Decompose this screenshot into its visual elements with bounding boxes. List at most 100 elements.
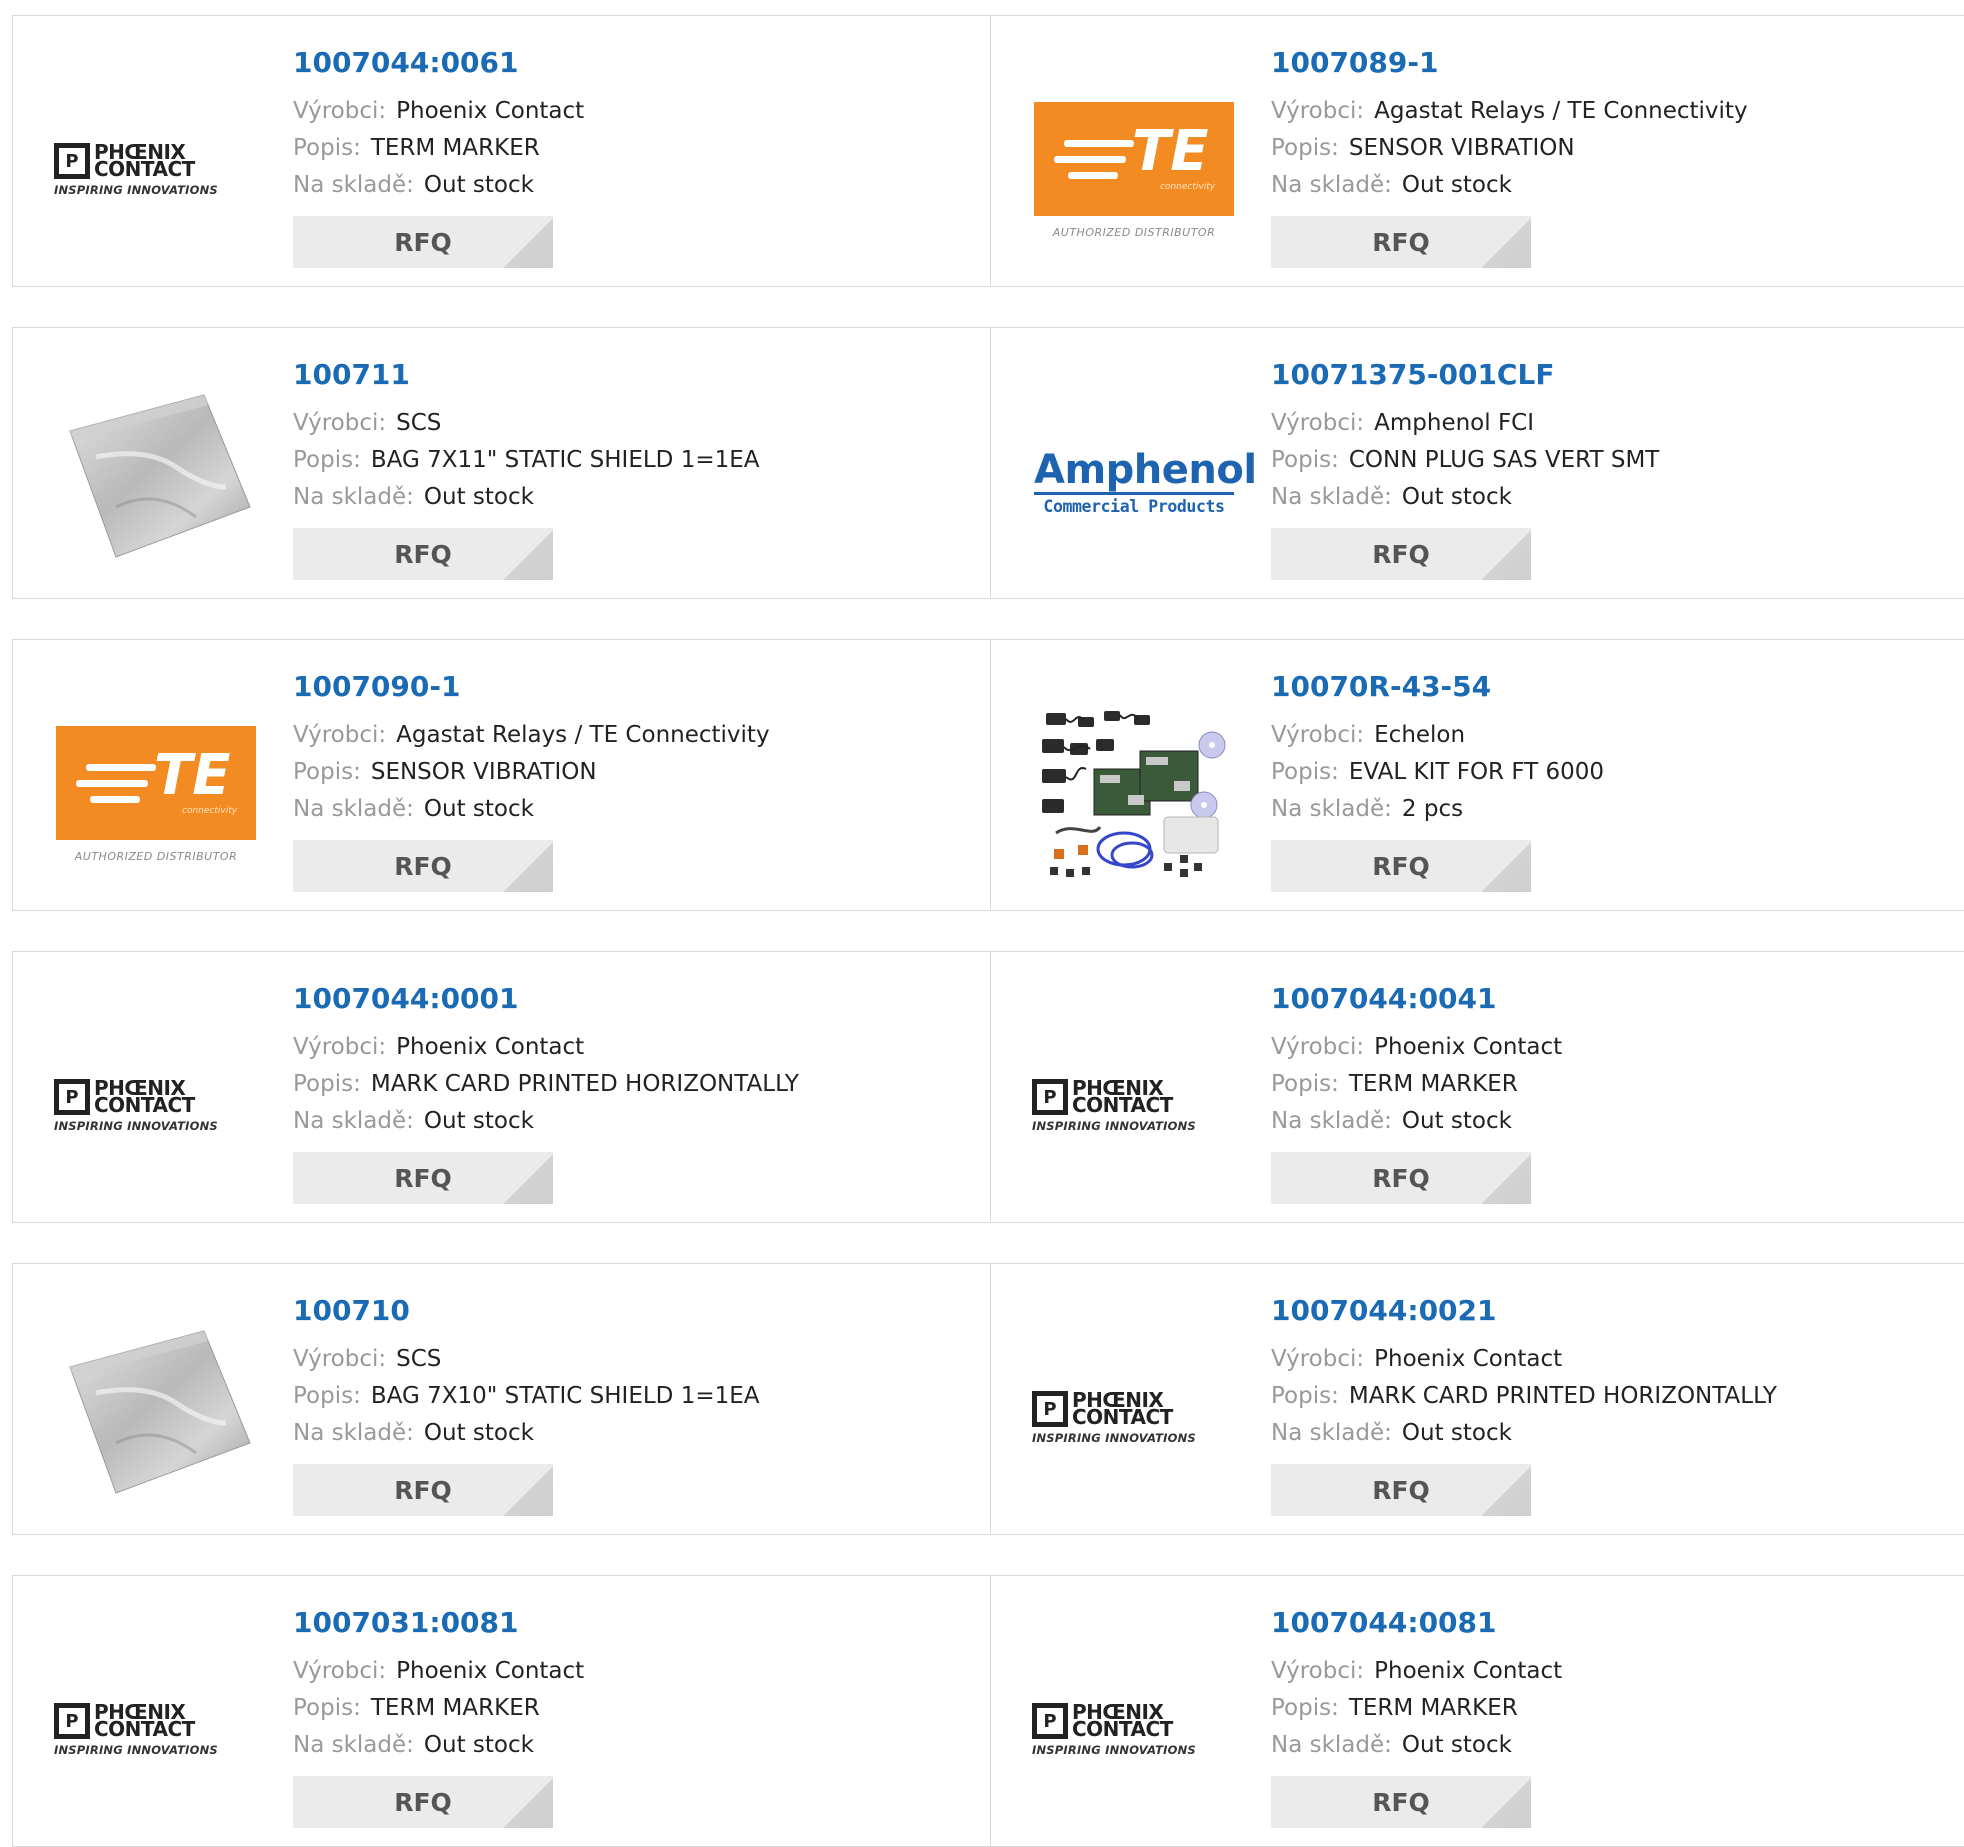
rfq-button[interactable]: RFQ <box>1271 840 1531 892</box>
stock-label: Na skladě: <box>1271 1420 1392 1446</box>
part-number-link[interactable]: 1007044:0021 <box>1271 1294 1497 1327</box>
stock-value: Out stock <box>423 796 534 822</box>
part-number-link[interactable]: 1007090-1 <box>293 670 460 703</box>
stock-value: Out stock <box>1401 484 1512 510</box>
manufacturer-label: Výrobci: <box>1271 1034 1365 1060</box>
product-thumbnail[interactable]: P PHŒNIX CONTACT INSPIRING INNOVATIONS <box>1029 1006 1239 1206</box>
product-card: P PHŒNIX CONTACT INSPIRING INNOVATIONS 1… <box>990 951 1964 1223</box>
stock-label: Na skladě: <box>293 1420 414 1446</box>
phoenix-contact-logo: P PHŒNIX CONTACT INSPIRING INNOVATIONS <box>54 1700 218 1757</box>
stock-label: Na skladě: <box>1271 484 1392 510</box>
product-thumbnail[interactable] <box>51 1318 261 1518</box>
description-value: EVAL KIT FOR FT 6000 <box>1348 759 1605 785</box>
manufacturer-value: Phoenix Contact <box>396 98 585 124</box>
product-card: TE connectivity AUTHORIZED DISTRIBUTOR 1… <box>12 639 991 911</box>
part-number-link[interactable]: 1007044:0001 <box>293 982 519 1015</box>
manufacturer-value: SCS <box>396 1346 442 1372</box>
rfq-label: RFQ <box>1372 1163 1430 1193</box>
rfq-label: RFQ <box>1372 851 1430 881</box>
rfq-button[interactable]: RFQ <box>293 1776 553 1828</box>
description-label: Popis: <box>293 447 361 473</box>
product-thumbnail[interactable]: P PHŒNIX CONTACT INSPIRING INNOVATIONS <box>51 1006 261 1206</box>
part-number-link[interactable]: 1007089-1 <box>1271 46 1438 79</box>
product-card: P PHŒNIX CONTACT INSPIRING INNOVATIONS 1… <box>990 1263 1964 1535</box>
rfq-button[interactable]: RFQ <box>293 1464 553 1516</box>
manufacturer-label: Výrobci: <box>293 98 387 124</box>
description-row: Popis: MARK CARD PRINTED HORIZONTALLY <box>1271 1383 1777 1409</box>
manufacturer-row: Výrobci: Phoenix Contact <box>293 98 584 124</box>
rfq-button[interactable]: RFQ <box>293 528 553 580</box>
description-value: TERM MARKER <box>1348 1071 1518 1097</box>
phoenix-contact-logo: P PHŒNIX CONTACT INSPIRING INNOVATIONS <box>54 1076 218 1133</box>
description-label: Popis: <box>293 759 361 785</box>
description-label: Popis: <box>1271 1071 1339 1097</box>
product-thumbnail[interactable]: TE connectivity AUTHORIZED DISTRIBUTOR <box>1029 70 1239 270</box>
rfq-label: RFQ <box>394 227 452 257</box>
product-card: TE connectivity AUTHORIZED DISTRIBUTOR 1… <box>990 15 1964 287</box>
part-number-link[interactable]: 10070R-43-54 <box>1271 670 1491 703</box>
rfq-button[interactable]: RFQ <box>293 840 553 892</box>
manufacturer-value: Phoenix Contact <box>396 1658 585 1684</box>
part-number-link[interactable]: 10071375-001CLF <box>1271 358 1554 391</box>
stock-value: Out stock <box>1401 1420 1512 1446</box>
product-thumbnail[interactable]: P PHŒNIX CONTACT INSPIRING INNOVATIONS <box>1029 1318 1239 1518</box>
manufacturer-label: Výrobci: <box>1271 98 1365 124</box>
manufacturer-label: Výrobci: <box>1271 722 1365 748</box>
rfq-button[interactable]: RFQ <box>1271 528 1531 580</box>
rfq-button[interactable]: RFQ <box>1271 1464 1531 1516</box>
stock-value: Out stock <box>423 1732 534 1758</box>
phoenix-contact-logo: P PHŒNIX CONTACT INSPIRING INNOVATIONS <box>1032 1388 1196 1445</box>
product-card: P PHŒNIX CONTACT INSPIRING INNOVATIONS 1… <box>990 1575 1964 1847</box>
product-card: 10070R-43-54 Výrobci: Echelon Popis: EVAL KI… <box>990 639 1964 911</box>
part-number-link[interactable]: 100711 <box>293 358 410 391</box>
rfq-button[interactable]: RFQ <box>1271 216 1531 268</box>
product-thumbnail[interactable]: Amphenol Commercial Products <box>1029 382 1257 582</box>
description-row: Popis: EVAL KIT FOR FT 6000 <box>1271 759 1604 785</box>
manufacturer-row: Výrobci: Phoenix Contact <box>1271 1034 1562 1060</box>
description-value: TERM MARKER <box>370 1695 540 1721</box>
part-number-link[interactable]: 1007044:0081 <box>1271 1606 1497 1639</box>
stock-label: Na skladě: <box>293 172 414 198</box>
description-label: Popis: <box>293 1071 361 1097</box>
rfq-button[interactable]: RFQ <box>293 216 553 268</box>
stock-label: Na skladě: <box>293 484 414 510</box>
product-thumbnail[interactable] <box>51 382 261 582</box>
rfq-label: RFQ <box>1372 1787 1430 1817</box>
manufacturer-value: Echelon <box>1374 722 1466 748</box>
description-value: TERM MARKER <box>1348 1695 1518 1721</box>
description-label: Popis: <box>293 135 361 161</box>
product-thumbnail[interactable]: TE connectivity AUTHORIZED DISTRIBUTOR <box>51 694 261 894</box>
product-thumbnail[interactable] <box>1029 694 1239 894</box>
part-number-link[interactable]: 100710 <box>293 1294 410 1327</box>
product-card: 100710 Výrobci: SCS Popis: BAG 7X10" STATIC … <box>12 1263 991 1535</box>
description-value: TERM MARKER <box>370 135 540 161</box>
product-card: P PHŒNIX CONTACT INSPIRING INNOVATIONS 1… <box>12 15 991 287</box>
manufacturer-value: Phoenix Contact <box>1374 1034 1563 1060</box>
manufacturer-value: Agastat Relays / TE Connectivity <box>1374 98 1748 124</box>
product-thumbnail[interactable]: P PHŒNIX CONTACT INSPIRING INNOVATIONS <box>51 70 261 270</box>
manufacturer-row: Výrobci: Phoenix Contact <box>293 1034 584 1060</box>
static-bag-photo <box>69 394 251 558</box>
rfq-label: RFQ <box>394 851 452 881</box>
manufacturer-row: Výrobci: Amphenol FCI <box>1271 410 1534 436</box>
rfq-button[interactable]: RFQ <box>1271 1152 1531 1204</box>
product-thumbnail[interactable]: P PHŒNIX CONTACT INSPIRING INNOVATIONS <box>51 1630 261 1830</box>
stock-row: Na skladě: Out stock <box>293 796 534 822</box>
eval-kit-photo <box>1042 711 1226 877</box>
te-connectivity-logo: TE connectivity AUTHORIZED DISTRIBUTOR <box>56 725 256 863</box>
description-label: Popis: <box>1271 447 1339 473</box>
part-number-link[interactable]: 1007044:0041 <box>1271 982 1497 1015</box>
stock-label: Na skladě: <box>1271 1108 1392 1134</box>
description-label: Popis: <box>1271 1695 1339 1721</box>
manufacturer-value: Agastat Relays / TE Connectivity <box>396 722 770 748</box>
stock-row: Na skladě: Out stock <box>1271 484 1512 510</box>
amphenol-logo: Amphenol Commercial Products <box>1034 446 1257 516</box>
product-card: Amphenol Commercial Products 10071375-00… <box>990 327 1964 599</box>
rfq-button[interactable]: RFQ <box>293 1152 553 1204</box>
part-number-link[interactable]: 1007044:0061 <box>293 46 519 79</box>
stock-row: Na skladě: Out stock <box>293 1732 534 1758</box>
part-number-link[interactable]: 1007031:0081 <box>293 1606 519 1639</box>
rfq-button[interactable]: RFQ <box>1271 1776 1531 1828</box>
stock-value: Out stock <box>423 484 534 510</box>
product-thumbnail[interactable]: P PHŒNIX CONTACT INSPIRING INNOVATIONS <box>1029 1630 1239 1830</box>
